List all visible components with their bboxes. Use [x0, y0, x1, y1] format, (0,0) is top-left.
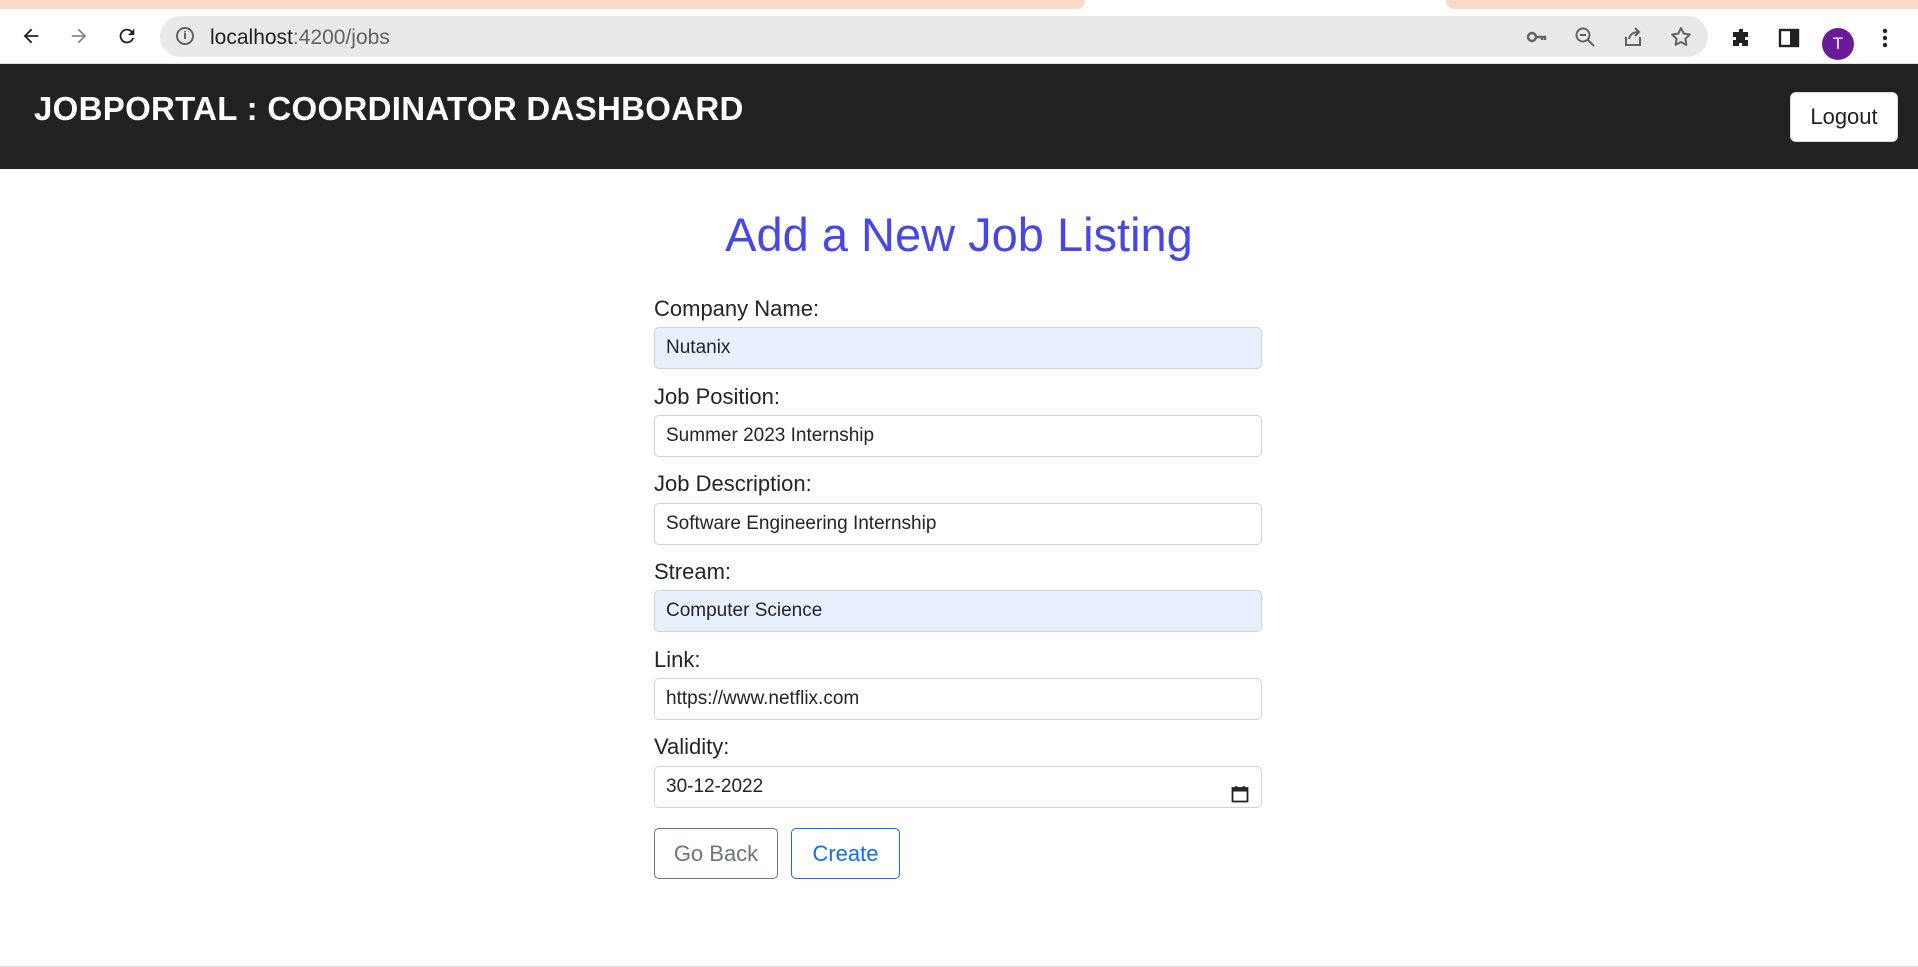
- url-host: localhost: [210, 26, 293, 49]
- job-description-label: Job Description:: [654, 471, 812, 496]
- app-title: JOBPORTAL : COORDINATOR DASHBOARD: [34, 90, 744, 127]
- stream-label: Stream:: [654, 559, 732, 584]
- page-title: Add a New Job Listing: [725, 208, 1193, 261]
- reload-icon[interactable]: [113, 22, 141, 50]
- back-icon[interactable]: [17, 22, 45, 50]
- stream-input[interactable]: Computer Science: [654, 590, 1262, 632]
- extensions-icon[interactable]: [1728, 25, 1754, 51]
- app-header: JOBPORTAL : COORDINATOR DASHBOARD Logout: [0, 64, 1918, 169]
- menu-icon[interactable]: [1872, 25, 1898, 51]
- job-description-input[interactable]: Software Engineering Internship: [654, 503, 1262, 545]
- side-panel-icon[interactable]: [1776, 25, 1802, 51]
- profile-avatar[interactable]: T: [1822, 28, 1854, 60]
- forward-icon[interactable]: [65, 22, 93, 50]
- tab-strip-right: [1446, 0, 1918, 9]
- key-icon[interactable]: [1525, 25, 1549, 49]
- create-button[interactable]: Create: [791, 828, 900, 879]
- company-name-label: Company Name:: [654, 296, 820, 321]
- share-icon[interactable]: [1621, 25, 1645, 49]
- calendar-icon[interactable]: [1231, 778, 1249, 803]
- address-bar[interactable]: i localhost:4200/jobs: [160, 16, 1708, 57]
- star-icon[interactable]: [1669, 25, 1693, 49]
- tab-strip-left: [0, 0, 1085, 9]
- company-name-input[interactable]: Nutanix: [654, 327, 1262, 369]
- info-icon[interactable]: i: [176, 27, 194, 45]
- validity-date-input[interactable]: 30-12-2022: [654, 766, 1262, 808]
- link-label: Link:: [654, 647, 701, 672]
- validity-label: Validity:: [654, 734, 730, 759]
- go-back-button[interactable]: Go Back: [654, 828, 778, 879]
- browser-toolbar: i localhost:4200/jobs T: [0, 9, 1918, 64]
- tab-strip: [0, 0, 1918, 9]
- link-input[interactable]: https://www.netflix.com: [654, 678, 1262, 720]
- url-path: :4200/jobs: [292, 26, 390, 49]
- job-position-input[interactable]: Summer 2023 Internship: [654, 415, 1262, 457]
- logout-button[interactable]: Logout: [1790, 92, 1898, 142]
- url-text[interactable]: localhost:4200/jobs: [210, 26, 390, 50]
- validity-date-value: 30-12-2022: [666, 776, 764, 797]
- zoom-out-icon[interactable]: [1573, 25, 1597, 49]
- job-position-label: Job Position:: [654, 384, 780, 409]
